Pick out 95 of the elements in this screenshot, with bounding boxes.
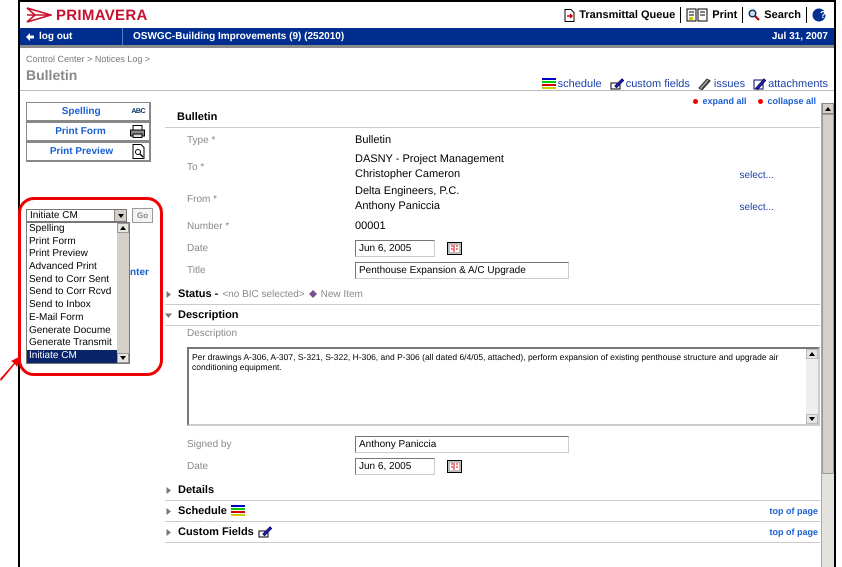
text-field[interactable]: Penthouse Expansion & A/C Upgrade (355, 262, 569, 278)
field-value: Delta Engineers, P.C. (355, 184, 460, 199)
field-value: 00001 (355, 218, 386, 234)
calendar-icon[interactable] (447, 460, 462, 472)
pencil-box-icon[interactable] (610, 78, 624, 90)
select-link[interactable]: select... (740, 170, 774, 181)
breadcrumb-separator: > (144, 54, 150, 64)
scroll-down-icon[interactable] (809, 417, 815, 421)
dropdown-option[interactable]: Print Preview (27, 248, 117, 262)
scroll-down-icon[interactable] (120, 356, 126, 360)
field-value: Bulletin (355, 132, 392, 148)
printer-icon (130, 125, 145, 138)
field-value: DASNY - Project Management (355, 152, 504, 167)
covered-link[interactable]: nter (130, 267, 149, 278)
collapse-arrow-icon[interactable] (165, 312, 172, 318)
side-button[interactable]: Print Preview (26, 142, 151, 162)
scroll-up-icon[interactable] (120, 226, 126, 230)
form-title: Bulletin (176, 111, 218, 123)
books-icon[interactable] (686, 8, 708, 22)
colored-bars-icon[interactable] (230, 505, 245, 517)
dropdown-option[interactable]: E-Mail Form (27, 312, 117, 324)
field-value: Anthony Paniccia (355, 199, 441, 214)
description-field[interactable]: Per drawings A-306, A-307, S-321, S-322, H-306, and P-306 (all dated 6/4/05, attached), perform expansion of existing penthouse structure and upgrade air conditioning equipment. (187, 347, 820, 426)
field-label: Type * (187, 134, 216, 146)
text-field[interactable]: Anthony Paniccia (355, 436, 569, 452)
colored-bars-icon[interactable] (542, 78, 556, 90)
search-icon[interactable] (748, 9, 760, 21)
breadcrumb-link[interactable]: Control Center (26, 54, 85, 64)
expand-arrow-icon[interactable] (165, 486, 172, 494)
help-circle-icon[interactable] (812, 8, 826, 22)
dropdown-option[interactable]: Advanced Print (27, 261, 117, 274)
pencil-icon[interactable] (753, 78, 766, 90)
pencil-box-icon[interactable] (258, 526, 272, 538)
field-label: Date (187, 460, 210, 472)
collapse-all-link[interactable]: collapse all (758, 95, 816, 107)
field-label: Description (187, 328, 238, 339)
section-title[interactable]: Details (178, 484, 214, 496)
pencils-icon[interactable] (698, 78, 712, 90)
status-note: <no BIC selected> (222, 288, 305, 300)
calendar-icon[interactable] (447, 242, 462, 254)
expand-arrow-icon[interactable] (165, 508, 172, 514)
date-field[interactable]: Jun 6, 2005 (355, 240, 435, 256)
field-label: From * (187, 194, 218, 204)
document-icon[interactable] (564, 8, 576, 22)
print-link[interactable]: Print (686, 8, 738, 22)
field-label: Date (187, 242, 210, 254)
toolbar-link[interactable]: schedule (542, 78, 602, 90)
date-field[interactable]: Jun 6, 2005 (355, 458, 435, 474)
expand-all-link[interactable]: expand all (693, 95, 746, 107)
queue-link[interactable]: Transmittal Queue (564, 8, 676, 22)
top-of-page-link[interactable]: top of page (770, 527, 818, 537)
section-title[interactable]: Schedule (178, 505, 227, 517)
action-dropdown[interactable]: Initiate CM (26, 209, 127, 222)
diamond-icon (308, 290, 317, 298)
select-link[interactable]: select... (740, 202, 774, 213)
breadcrumb-link[interactable]: Notices Log (94, 54, 142, 64)
dropdown-option[interactable]: Print Form (27, 236, 117, 248)
scrollbar[interactable] (821, 103, 834, 567)
field-label: Signed by (187, 438, 232, 450)
logo-text: PRIMAVERA (56, 6, 148, 24)
dropdown-option[interactable]: Initiate CM (27, 350, 117, 363)
dropdown-option[interactable]: Generate Docume (27, 324, 117, 338)
dropdown-option[interactable]: Spelling (27, 223, 117, 236)
toolbar-link[interactable]: custom fields (610, 78, 690, 90)
status-state: New Item (320, 288, 363, 300)
field-value: Christopher Cameron (355, 167, 462, 182)
scroll-down-icon[interactable] (118, 214, 124, 218)
current-date: Jul 31, 2007 (772, 31, 829, 42)
search-link[interactable]: Search (748, 9, 801, 21)
section-title[interactable]: Description (178, 309, 239, 321)
project-name: OSWGC-Building Improvements (9) (252010) (132, 31, 346, 42)
scroll-up-icon[interactable] (809, 352, 815, 356)
side-button[interactable]: Print Form (26, 122, 151, 142)
dropdown-option[interactable]: Send to Corr Sent (27, 274, 117, 286)
page-title: Bulletin (26, 67, 78, 83)
expand-arrow-icon[interactable] (165, 528, 172, 536)
toolbar-link[interactable]: issues (698, 78, 746, 90)
help-link[interactable]: ? (816, 10, 830, 20)
magnified-page-icon (132, 144, 145, 159)
section-title[interactable]: Custom Fields (178, 526, 254, 538)
scroll-up-icon[interactable] (825, 106, 831, 110)
arrow-icon[interactable] (26, 32, 34, 40)
breadcrumb-separator: > (87, 54, 92, 64)
dropdown-option[interactable]: Generate Transmit (27, 337, 117, 350)
logout-link[interactable]: log out (39, 31, 72, 42)
section-title[interactable]: Status - (178, 288, 218, 300)
dropdown-option[interactable]: Send to Inbox (27, 299, 117, 312)
field-label: Title (187, 264, 207, 276)
dropdown-option[interactable]: Send to Corr Rcvd (27, 286, 117, 300)
top-of-page-link[interactable]: top of page (770, 506, 818, 516)
field-label: To * (187, 162, 206, 172)
logo-icon (26, 7, 52, 23)
toolbar-link[interactable]: attachments (753, 78, 828, 90)
field-label: Number * (187, 220, 230, 232)
expand-arrow-icon[interactable] (165, 290, 172, 298)
